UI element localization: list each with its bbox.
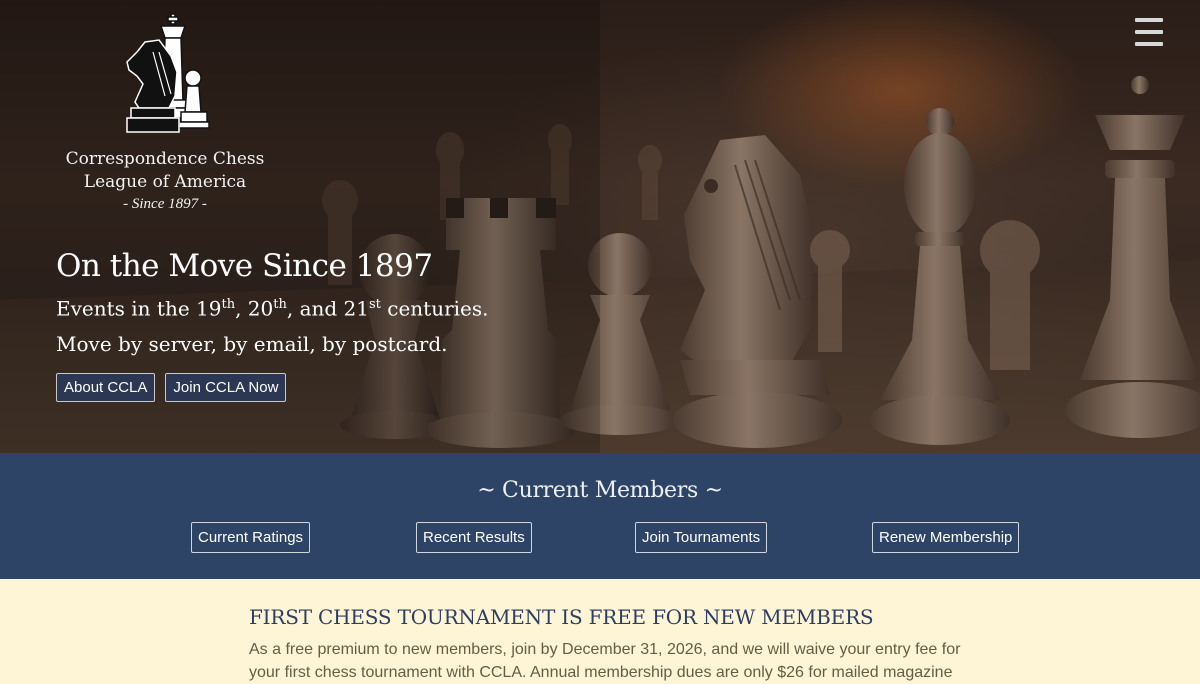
hero-centuries-line: Events in the 19th, 20th, and 21st centu… [56, 288, 489, 326]
hero-line1-part-b: , 20 [235, 296, 274, 321]
hero-line1-part-c: , and 21 [286, 296, 369, 321]
current-members-heading: ~ Current Members ~ [477, 478, 723, 503]
ccla-logo[interactable]: Correspondence Chess League of America -… [60, 12, 270, 213]
hero-methods-line: Move by server, by email, by postcard. [56, 331, 448, 356]
hero-title: On the Move Since 1897 [56, 248, 433, 284]
hero-sup-19th: th [221, 297, 236, 312]
hamburger-menu-icon[interactable] [1135, 18, 1163, 46]
chess-pieces-logo-icon [126, 13, 210, 133]
hero-line1-part-d: centuries. [380, 296, 489, 321]
hero-sup-20th: th [273, 297, 287, 312]
members-button-row: Current Ratings Recent Results Join Tour… [0, 522, 1200, 562]
org-name: Correspondence Chess League of America [60, 148, 270, 194]
hero-text: On the Move Since 1897 Events in the 19t… [56, 246, 489, 361]
hero-buttons: About CCLA Join CCLA Now [56, 373, 287, 402]
current-members-band: ~ Current Members ~ Current Ratings Rece… [0, 453, 1200, 579]
org-line-1: Correspondence Chess [65, 149, 265, 169]
join-tournaments-button[interactable]: Join Tournaments [635, 522, 768, 553]
since-tagline: - Since 1897 - [123, 196, 207, 212]
join-ccla-now-button[interactable]: Join CCLA Now [165, 373, 287, 402]
about-ccla-button[interactable]: About CCLA [56, 373, 156, 402]
org-line-2: League of America [83, 172, 247, 192]
recent-results-button[interactable]: Recent Results [416, 522, 532, 553]
renew-membership-button[interactable]: Renew Membership [872, 522, 1020, 553]
hero-banner: Correspondence Chess League of America -… [0, 0, 1200, 453]
notice-heading: FIRST CHESS TOURNAMENT IS FREE FOR NEW M… [249, 605, 874, 629]
notice-body: As a free premium to new members, join b… [249, 641, 961, 681]
free-tournament-notice: FIRST CHESS TOURNAMENT IS FREE FOR NEW M… [0, 579, 1200, 684]
hero-line1-part-a: Events in the 19 [56, 296, 222, 321]
current-ratings-button[interactable]: Current Ratings [191, 522, 311, 553]
hero-sup-21st: st [369, 297, 381, 312]
